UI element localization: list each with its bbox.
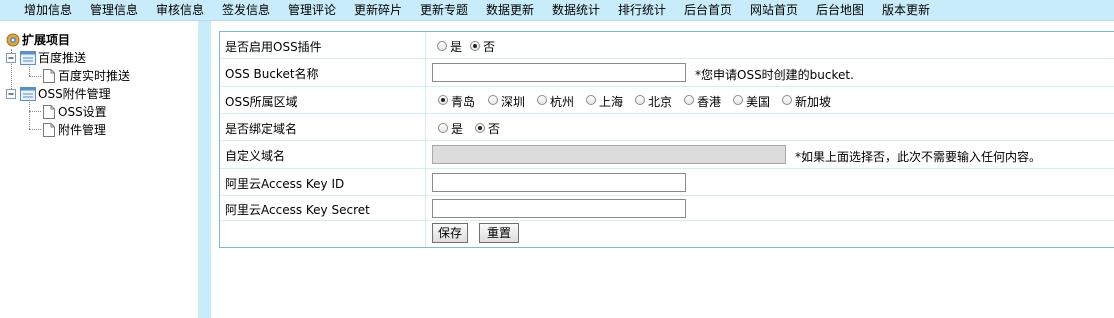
access-key-secret-input[interactable] [432, 199, 686, 218]
form-row-bucket: OSS Bucket名称 *您申请OSS时创建的bucket. [220, 59, 1114, 87]
bucket-label: OSS Bucket名称 [225, 67, 319, 81]
tree-group-baidu-push[interactable]: 百度推送 [38, 50, 86, 66]
region-singapore-radio[interactable] [782, 95, 792, 105]
nav-data-stats[interactable]: 数据统计 [552, 3, 600, 18]
nav-add-info[interactable]: 增加信息 [24, 3, 72, 18]
page-icon [43, 69, 55, 83]
nav-manage-comments[interactable]: 管理评论 [288, 3, 336, 18]
nav-admin-home[interactable]: 后台首页 [684, 3, 732, 18]
nav-site-home[interactable]: 网站首页 [750, 3, 798, 18]
nav-ranking-stats[interactable]: 排行统计 [618, 3, 666, 18]
tree-group-oss-attachments[interactable]: OSS附件管理 [38, 86, 111, 102]
region-shenzhen-label: 深圳 [501, 95, 526, 109]
oss-settings-form: 是否启用OSS插件 是 否 OSS Bucket名称 *您申请OSS时创建的bu… [219, 31, 1114, 248]
region-beijing-label: 北京 [648, 95, 673, 109]
region-usa-label: 美国 [746, 95, 771, 109]
enable-oss-label: 是否启用OSS插件 [225, 40, 322, 54]
page-icon [43, 123, 55, 137]
custom-domain-input[interactable] [432, 145, 786, 164]
nav-update-topics[interactable]: 更新专题 [420, 3, 468, 18]
nav-sign-info[interactable]: 签发信息 [222, 3, 270, 18]
region-usa-radio[interactable] [733, 95, 743, 105]
nav-version-update[interactable]: 版本更新 [882, 3, 930, 18]
region-label: OSS所属区域 [225, 95, 298, 109]
reset-button[interactable]: 重置 [479, 223, 519, 243]
region-hongkong-label: 香港 [697, 95, 722, 109]
region-singapore-label: 新加坡 [795, 95, 832, 109]
enable-oss-no-label: 否 [483, 40, 496, 54]
region-shenzhen-radio[interactable] [488, 95, 498, 105]
nav-review-info[interactable]: 审核信息 [156, 3, 204, 18]
top-nav: 增加信息 管理信息 审核信息 签发信息 管理评论 更新碎片 更新专题 数据更新 … [0, 0, 1114, 21]
bind-domain-yes-radio[interactable] [438, 123, 448, 133]
bind-domain-no-label: 否 [488, 122, 501, 136]
form-row-enable-oss: 是否启用OSS插件 是 否 [220, 32, 1114, 59]
collapse-icon[interactable] [6, 89, 16, 99]
folder-icon [20, 87, 36, 101]
gear-icon [6, 33, 20, 47]
form-row-custom-domain: 自定义域名 *如果上面选择否，此次不需要输入任何内容。 [220, 141, 1114, 169]
access-key-id-label: 阿里云Access Key ID [225, 177, 345, 191]
region-beijing-radio[interactable] [635, 95, 645, 105]
region-shanghai-radio[interactable] [586, 95, 596, 105]
bind-domain-no-radio[interactable] [475, 123, 485, 133]
tree-item-baidu-realtime-push[interactable]: 百度实时推送 [58, 68, 130, 84]
form-row-access-key-secret: 阿里云Access Key Secret [220, 196, 1114, 221]
custom-domain-label: 自定义域名 [225, 149, 286, 163]
tree-item-oss-settings[interactable]: OSS设置 [58, 104, 107, 120]
nav-admin-map[interactable]: 后台地图 [816, 3, 864, 18]
tree-item-attachment-manage[interactable]: 附件管理 [58, 122, 106, 138]
bucket-hint: *您申请OSS时创建的bucket. [695, 68, 854, 82]
region-hangzhou-radio[interactable] [537, 95, 547, 105]
enable-oss-no-radio[interactable] [470, 41, 480, 51]
enable-oss-yes-radio[interactable] [437, 41, 447, 51]
form-row-access-key-id: 阿里云Access Key ID [220, 169, 1114, 196]
region-qingdao-label: 青岛 [451, 95, 476, 109]
bind-domain-yes-label: 是 [451, 122, 464, 136]
bucket-input[interactable] [432, 63, 686, 82]
save-button[interactable]: 保存 [432, 223, 468, 243]
folder-icon [20, 51, 36, 65]
sidebar-tree: 扩展项目 百度推送 百度实时推送 OSS附件管理 OSS设置 附件管理 [0, 21, 198, 318]
region-hongkong-radio[interactable] [684, 95, 694, 105]
region-qingdao-radio[interactable] [438, 95, 448, 105]
region-shanghai-label: 上海 [599, 95, 624, 109]
sidebar-divider[interactable] [198, 21, 211, 318]
page-icon [43, 105, 55, 119]
tree-root-label: 扩展项目 [22, 33, 71, 47]
nav-manage-info[interactable]: 管理信息 [90, 3, 138, 18]
form-row-actions: 保存 重置 [220, 221, 1114, 247]
access-key-secret-label: 阿里云Access Key Secret [225, 203, 370, 217]
bind-domain-label: 是否绑定域名 [225, 122, 298, 136]
region-hangzhou-label: 杭州 [550, 95, 575, 109]
access-key-id-input[interactable] [432, 173, 686, 192]
form-row-bind-domain: 是否绑定域名 是 否 [220, 114, 1114, 141]
nav-update-data[interactable]: 数据更新 [486, 3, 534, 18]
custom-domain-hint: *如果上面选择否，此次不需要输入任何内容。 [795, 150, 1042, 164]
enable-oss-yes-label: 是 [450, 40, 463, 54]
form-row-region: OSS所属区域 青岛 深圳 杭州 上海 北京 香港 美国 新加坡 [220, 87, 1114, 114]
collapse-icon[interactable] [6, 53, 16, 63]
nav-update-fragments[interactable]: 更新碎片 [354, 3, 402, 18]
